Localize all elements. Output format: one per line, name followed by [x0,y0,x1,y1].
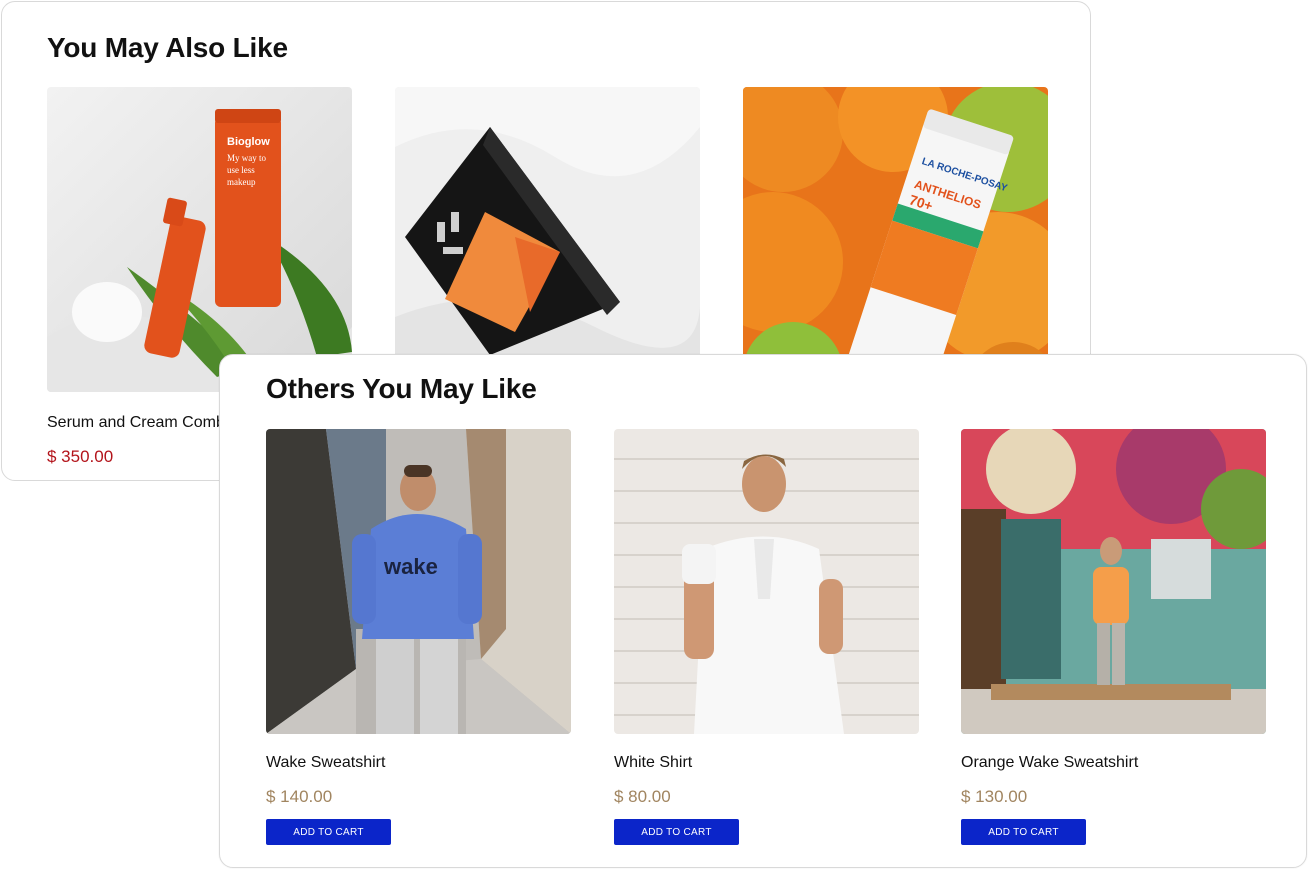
product-name[interactable]: Orange Wake Sweatshirt [961,754,1138,772]
man-orange-sweatshirt-graffiti-photo [961,429,1266,734]
svg-text:use less: use less [227,165,255,175]
add-to-cart-button[interactable]: ADD TO CART [614,819,739,845]
man-white-shirt-brick-wall-photo [614,429,919,734]
others-you-may-like-panel: Others You May Like wake Wake Sweatshirt… [219,354,1307,868]
product-price: $ 140.00 [266,787,333,806]
section-title: You May Also Like [47,32,288,63]
black-makeup-palette-photo [395,87,700,392]
product-name[interactable]: White Shirt [614,754,692,772]
add-to-cart-button[interactable]: ADD TO CART [266,819,391,845]
add-to-cart-button[interactable]: ADD TO CART [961,819,1086,845]
product-image-makeup-palette[interactable] [395,87,700,392]
product-name[interactable]: Wake Sweatshirt [266,754,385,772]
section-title: Others You May Like [266,373,537,404]
product-image-serum-cream[interactable]: Bioglow My way to use less makeup [47,87,352,392]
orange-skincare-bottles-photo: Bioglow My way to use less makeup [47,87,352,392]
svg-text:wake: wake [383,554,438,579]
product-price: $ 350.00 [47,447,114,466]
svg-text:My way to: My way to [227,153,266,163]
product-price: $ 130.00 [961,787,1028,806]
product-name[interactable]: Serum and Cream Combo [47,414,234,432]
product-image-white-shirt[interactable] [614,429,919,734]
svg-text:Bioglow: Bioglow [227,136,270,148]
svg-text:makeup: makeup [227,177,256,187]
product-image-orange-wake-sweatshirt[interactable] [961,429,1266,734]
man-blue-hoodie-alley-photo: wake [266,429,571,734]
product-image-sunscreen[interactable]: LA ROCHE-POSAY ANTHELIOS 70+ [743,87,1048,392]
product-image-wake-sweatshirt[interactable]: wake [266,429,571,734]
product-price: $ 80.00 [614,787,671,806]
sunscreen-tube-oranges-photo: LA ROCHE-POSAY ANTHELIOS 70+ [743,87,1048,392]
